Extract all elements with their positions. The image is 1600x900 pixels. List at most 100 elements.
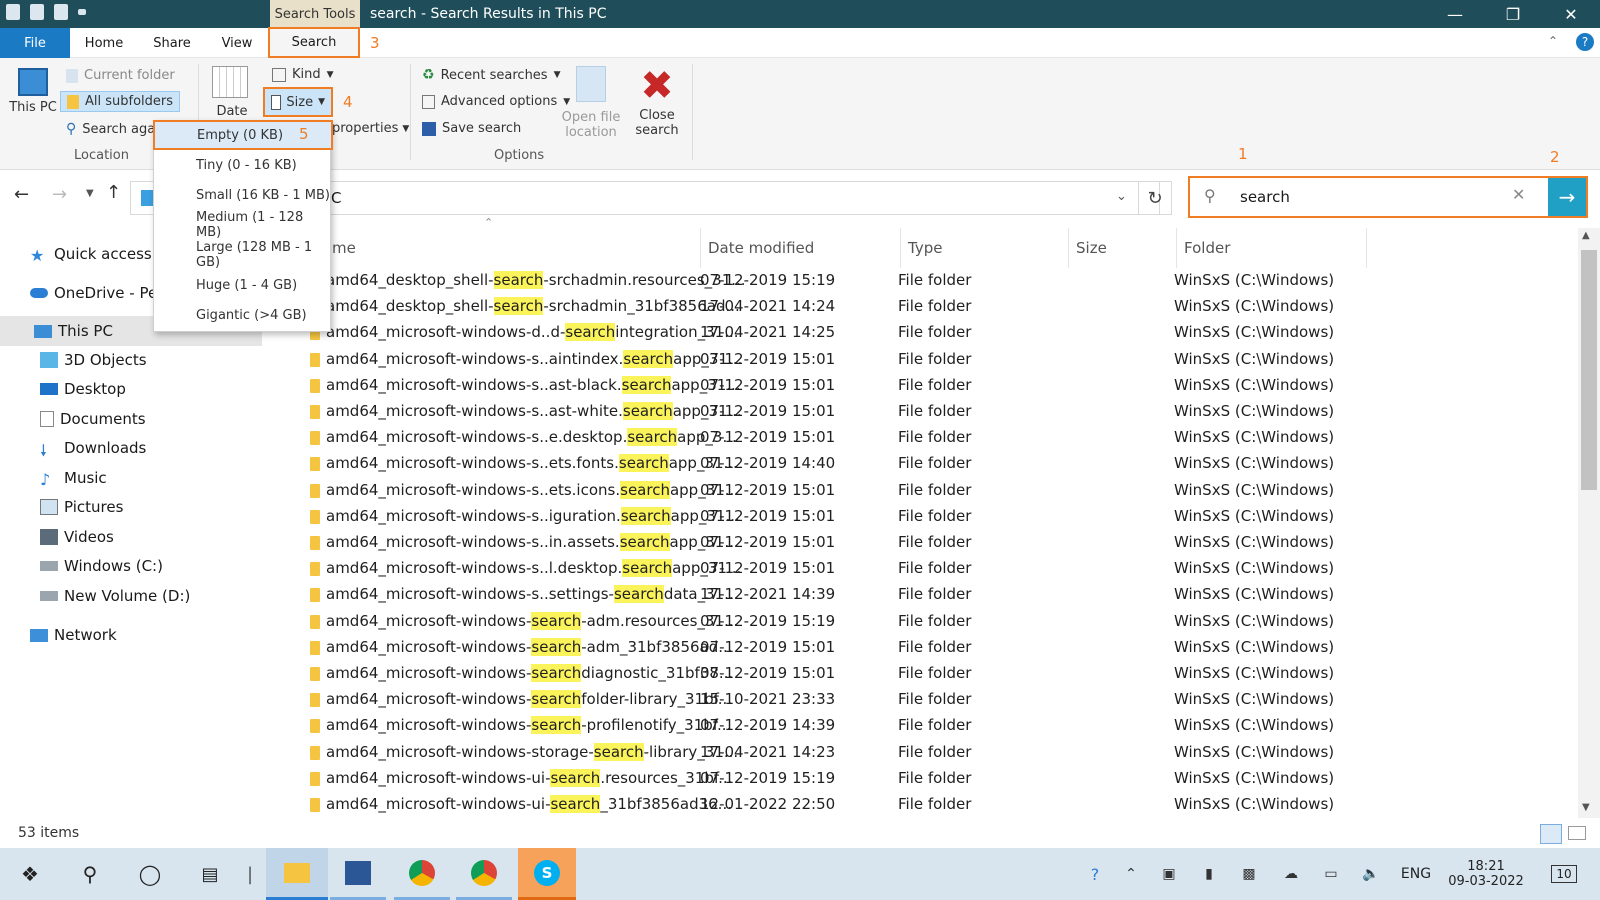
onedrive-tray-icon[interactable]: ☁ [1278,848,1304,900]
clock[interactable]: 18:21 09-03-2022 [1446,848,1526,900]
nav-videos[interactable]: Videos [0,523,262,551]
table-row[interactable]: amd64_desktop_shell-search-srchadmin_31b… [310,294,1580,320]
search-go-button[interactable]: → [1548,178,1586,216]
column-name[interactable]: me [324,228,700,268]
recent-locations-icon[interactable]: ▼ [86,188,94,199]
table-row[interactable]: amd64_microsoft-windows-s..aintindex.sea… [310,347,1580,373]
search-input[interactable]: search [1240,188,1290,206]
chrome-profile-taskbar-app[interactable] [456,848,512,900]
qat-dropdown-icon[interactable] [78,9,86,15]
tab-file[interactable]: File [0,28,70,58]
table-row[interactable]: amd64_microsoft-windows-s..ast-white.sea… [310,399,1580,425]
column-type[interactable]: Type [900,228,1068,268]
help-icon[interactable]: ? [1576,33,1594,51]
nav-music[interactable]: ♪ Music [0,464,262,492]
scroll-up-icon[interactable]: ▲ [1582,230,1590,241]
clear-search-icon[interactable]: ✕ [1512,185,1525,204]
table-row[interactable]: amd64_microsoft-windows-searchdiagnostic… [310,661,1580,687]
usb-icon[interactable]: ▮ [1196,848,1222,900]
column-separator[interactable] [1366,228,1367,268]
table-row[interactable]: amd64_microsoft-windows-s..ets.icons.sea… [310,478,1580,504]
save-search-button[interactable]: Save search [422,121,521,136]
battery-icon[interactable]: ▭ [1318,848,1344,900]
details-view-icon[interactable] [1540,824,1562,844]
search-box[interactable]: ⚲ search ✕ [1188,176,1588,218]
size-option-small[interactable]: Small (16 KB - 1 MB) [154,180,332,210]
table-row[interactable]: amd64_microsoft-windows-storage-search-l… [310,740,1580,766]
table-row[interactable]: amd64_microsoft-windows-searchfolder-lib… [310,687,1580,713]
table-row[interactable]: amd64_microsoft-windows-s..iguration.sea… [310,504,1580,530]
scroll-down-icon[interactable]: ▼ [1582,802,1590,813]
kind-button[interactable]: Kind ▼ [272,67,334,82]
size-button[interactable]: Size ▼ [263,87,333,117]
new-folder-icon[interactable] [54,4,68,20]
close-button[interactable]: ✕ [1548,0,1594,28]
nav-pictures[interactable]: Pictures [0,493,262,521]
address-dropdown-icon[interactable]: ⌄ [1116,189,1127,204]
volume-icon[interactable]: 🔈 [1358,848,1384,900]
large-icons-view-icon[interactable] [1568,826,1586,840]
help-tray-icon[interactable]: ? [1080,848,1110,900]
word-taskbar-app[interactable] [330,848,386,900]
open-file-location-button[interactable]: Open file location [560,64,622,140]
properties-icon[interactable] [30,4,44,20]
vertical-scrollbar[interactable]: ▲ ▼ [1578,228,1600,818]
table-row[interactable]: amd64_microsoft-windows-s..e.desktop.sea… [310,425,1580,451]
table-row[interactable]: amd64_microsoft-windows-search-adm.resou… [310,609,1580,635]
table-row[interactable]: amd64_microsoft-windows-d..d-searchinteg… [310,320,1580,346]
table-row[interactable]: amd64_desktop_shell-search-srchadmin.res… [310,268,1580,294]
nav-windows-c[interactable]: Windows (C:) [0,552,262,580]
collapse-ribbon-icon[interactable]: ⌃ [1548,34,1558,48]
size-option-tiny[interactable]: Tiny (0 - 16 KB) [154,150,332,180]
display-icon[interactable]: ▩ [1236,848,1262,900]
scrollbar-thumb[interactable] [1581,250,1597,490]
tab-search[interactable]: Search [268,27,360,58]
tab-home[interactable]: Home [78,28,130,58]
back-icon[interactable]: ← [14,184,29,205]
this-pc-button[interactable]: This PC [8,64,58,150]
close-search-button[interactable]: ✖ Close search [630,64,684,138]
advanced-options-button[interactable]: Advanced options ▼ [422,94,570,109]
table-row[interactable]: amd64_microsoft-windows-search-profileno… [310,713,1580,739]
nav-desktop[interactable]: Desktop [0,375,262,403]
column-size[interactable]: Size [1068,228,1176,268]
table-row[interactable]: amd64_microsoft-windows-ui-search_31bf38… [310,792,1580,818]
column-date-modified[interactable]: Date modified [700,228,900,268]
other-properties-button[interactable]: properties ▼ [332,121,409,136]
size-option-huge[interactable]: Huge (1 - 4 GB) [154,270,332,300]
table-row[interactable]: amd64_microsoft-windows-s..in.assets.sea… [310,530,1580,556]
date-modified-button[interactable]: Date [212,66,252,119]
recent-searches-button[interactable]: ♻ Recent searches ▼ [422,67,561,83]
table-row[interactable]: amd64_microsoft-windows-search-adm_31bf3… [310,635,1580,661]
nav-network[interactable]: Network [0,621,262,649]
chrome-taskbar-app[interactable] [394,848,450,900]
nav-3d-objects[interactable]: 3D Objects [0,346,262,374]
tab-view[interactable]: View [212,28,262,58]
current-folder-button[interactable]: Current folder [66,68,175,83]
table-row[interactable]: amd64_microsoft-windows-s..l.desktop.sea… [310,556,1580,582]
search-again-button[interactable]: ⚲ Search agai [66,121,159,137]
tab-share[interactable]: Share [146,28,198,58]
table-row[interactable]: amd64_microsoft-windows-s..settings-sear… [310,582,1580,608]
maximize-button[interactable]: ❐ [1490,0,1536,28]
table-row[interactable]: amd64_microsoft-windows-s..ast-black.sea… [310,373,1580,399]
start-button[interactable]: ❖ [10,848,50,900]
cortana-button[interactable]: ◯ [130,848,170,900]
column-folder[interactable]: Folder [1176,228,1366,268]
file-explorer-taskbar-app[interactable] [266,848,328,900]
size-option-gigantic[interactable]: Gigantic (>4 GB) [154,300,332,330]
task-view-button[interactable]: ▤ [190,848,230,900]
up-icon[interactable]: ↑ [106,182,121,203]
all-subfolders-button[interactable]: All subfolders [60,91,181,112]
nav-documents[interactable]: Documents [0,405,262,433]
size-option-medium[interactable]: Medium (1 - 128 MB) [154,210,332,240]
language-indicator[interactable]: ENG [1396,848,1436,900]
table-row[interactable]: amd64_microsoft-windows-s..ets.fonts.sea… [310,451,1580,477]
table-row[interactable]: amd64_microsoft-windows-ui-search.resour… [310,766,1580,792]
search-taskbar-button[interactable]: ⚲ [70,848,110,900]
forward-icon[interactable]: → [52,184,67,205]
skype-taskbar-app[interactable]: S [518,848,576,900]
meet-now-icon[interactable]: ▣ [1156,848,1182,900]
minimize-button[interactable]: — [1432,0,1478,28]
nav-downloads[interactable]: 🠗 Downloads [0,434,262,462]
